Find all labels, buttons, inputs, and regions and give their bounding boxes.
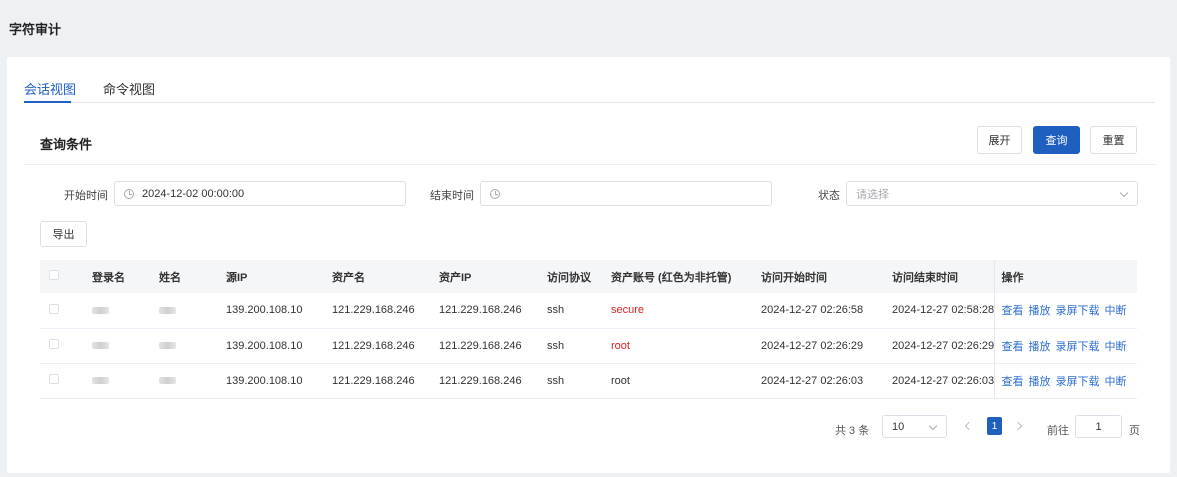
- src-ip-cell: 139.200.108.10: [226, 328, 332, 364]
- account-cell: root: [611, 363, 761, 399]
- table-row: 139.200.108.10 121.229.168.246 121.229.1…: [40, 328, 1137, 364]
- column-header: 源IP: [226, 260, 332, 293]
- asset-name-cell: 121.229.168.246: [332, 293, 439, 329]
- redacted-login-name: [92, 377, 109, 385]
- reset-button[interactable]: 重置: [1090, 126, 1137, 154]
- view-link[interactable]: 查看: [1002, 376, 1024, 388]
- end-time-cell: 2024-12-27 02:26:29: [892, 328, 994, 364]
- start-time-label: 开始时间: [64, 190, 108, 202]
- column-header: 资产名: [332, 260, 439, 293]
- select-all-checkbox[interactable]: [49, 270, 59, 280]
- protocol-cell: ssh: [547, 293, 611, 329]
- status-label: 状态: [818, 190, 840, 202]
- end-time-cell: 2024-12-27 02:58:28: [892, 293, 994, 329]
- tab-bar: 会话视图 命令视图: [24, 79, 1155, 103]
- pagination-total: 共 3 条: [835, 425, 870, 437]
- interrupt-link[interactable]: 中断: [1105, 305, 1127, 317]
- chevron-down-icon: [1119, 188, 1129, 198]
- actions-cell: 查看 播放 录屏下载 中断: [993, 328, 1137, 364]
- asset-ip-cell: 121.229.168.246: [439, 363, 547, 399]
- column-header: 资产IP: [439, 260, 547, 293]
- goto-label: 前往: [1047, 425, 1069, 437]
- account-cell: root: [611, 328, 761, 364]
- redacted-full-name: [159, 377, 176, 385]
- column-header: 访问协议: [547, 260, 611, 293]
- src-ip-cell: 139.200.108.10: [226, 293, 332, 329]
- download-recording-link[interactable]: 录屏下载: [1056, 341, 1100, 353]
- play-link[interactable]: 播放: [1029, 376, 1051, 388]
- start-time-value: 2024-12-02 00:00:00: [142, 187, 245, 200]
- table-row: 139.200.108.10 121.229.168.246 121.229.1…: [40, 363, 1137, 399]
- column-header: 操作: [993, 260, 1137, 293]
- column-header: 登录名: [92, 260, 159, 293]
- status-placeholder: 请选择: [856, 188, 889, 201]
- play-link[interactable]: 播放: [1029, 305, 1051, 317]
- export-button[interactable]: 导出: [40, 221, 87, 247]
- redacted-full-name: [159, 342, 176, 350]
- interrupt-link[interactable]: 中断: [1105, 341, 1127, 353]
- end-time-label: 结束时间: [430, 190, 474, 202]
- actions-cell: 查看 播放 录屏下载 中断: [993, 293, 1137, 329]
- asset-name-cell: 121.229.168.246: [332, 328, 439, 364]
- goto-page-input[interactable]: 1: [1075, 415, 1122, 438]
- start-time-cell: 2024-12-27 02:26:03: [761, 363, 892, 399]
- protocol-cell: ssh: [547, 363, 611, 399]
- end-time-cell: 2024-12-27 02:26:03: [892, 363, 994, 399]
- table-row: 139.200.108.10 121.229.168.246 121.229.1…: [40, 293, 1137, 329]
- download-recording-link[interactable]: 录屏下载: [1056, 376, 1100, 388]
- view-link[interactable]: 查看: [1002, 305, 1024, 317]
- clock-icon: [124, 188, 134, 199]
- column-header: 资产账号 (红色为非托管): [611, 260, 761, 293]
- view-link[interactable]: 查看: [1002, 341, 1024, 353]
- column-header: 姓名: [159, 260, 226, 293]
- clock-icon: [490, 188, 500, 199]
- actions-cell: 查看 播放 录屏下载 中断: [993, 363, 1137, 399]
- app-background: 字符审计 会话视图 命令视图 查询条件 展开 查询 重置 开始时间 2024-1…: [0, 0, 1177, 477]
- row-checkbox[interactable]: [49, 303, 59, 314]
- section-divider: [24, 164, 1155, 165]
- active-tab-indicator: [24, 101, 71, 103]
- row-checkbox[interactable]: [49, 374, 59, 384]
- goto-page-value: 1: [1095, 420, 1102, 433]
- tab-session-view[interactable]: 会话视图: [24, 79, 76, 98]
- page-suffix: 页: [1129, 425, 1140, 437]
- start-time-cell: 2024-12-27 02:26:29: [761, 328, 892, 364]
- page-size-value: 10: [892, 420, 905, 433]
- interrupt-link[interactable]: 中断: [1105, 376, 1127, 388]
- row-checkbox[interactable]: [49, 339, 59, 349]
- prev-page-icon[interactable]: [964, 421, 974, 431]
- start-time-input[interactable]: 2024-12-02 00:00:00: [114, 181, 406, 206]
- page-number-current[interactable]: 1: [987, 417, 1002, 435]
- column-header: 访问开始时间: [761, 260, 892, 293]
- asset-name-cell: 121.229.168.246: [332, 363, 439, 399]
- page-title: 字符审计: [9, 22, 62, 37]
- start-time-cell: 2024-12-27 02:26:58: [761, 293, 892, 329]
- protocol-cell: ssh: [547, 328, 611, 364]
- expand-button[interactable]: 展开: [977, 126, 1022, 154]
- search-button[interactable]: 查询: [1033, 126, 1080, 154]
- redacted-login-name: [92, 342, 109, 350]
- tab-command-view[interactable]: 命令视图: [103, 79, 155, 98]
- chevron-down-icon: [928, 421, 938, 431]
- redacted-login-name: [92, 306, 109, 314]
- asset-ip-cell: 121.229.168.246: [439, 293, 547, 329]
- account-cell: secure: [611, 293, 761, 329]
- src-ip-cell: 139.200.108.10: [226, 363, 332, 399]
- table-header-row: 登录名 姓名 源IP 资产名 资产IP 访问协议 资产账号 (红色为非托管) 访…: [40, 260, 1137, 293]
- page-size-select[interactable]: 10: [882, 415, 947, 438]
- main-card: 会话视图 命令视图 查询条件 展开 查询 重置 开始时间 2024-12-02 …: [7, 57, 1170, 473]
- end-time-input[interactable]: [480, 181, 772, 206]
- session-table: 登录名 姓名 源IP 资产名 资产IP 访问协议 资产账号 (红色为非托管) 访…: [40, 260, 1137, 399]
- download-recording-link[interactable]: 录屏下载: [1056, 305, 1100, 317]
- asset-ip-cell: 121.229.168.246: [439, 328, 547, 364]
- redacted-full-name: [159, 306, 176, 314]
- play-link[interactable]: 播放: [1029, 341, 1051, 353]
- next-page-icon[interactable]: [1013, 421, 1023, 431]
- query-section-title: 查询条件: [40, 137, 93, 152]
- select-all-cell: [40, 260, 92, 293]
- column-header: 访问结束时间: [892, 260, 994, 293]
- status-select[interactable]: 请选择: [846, 181, 1138, 206]
